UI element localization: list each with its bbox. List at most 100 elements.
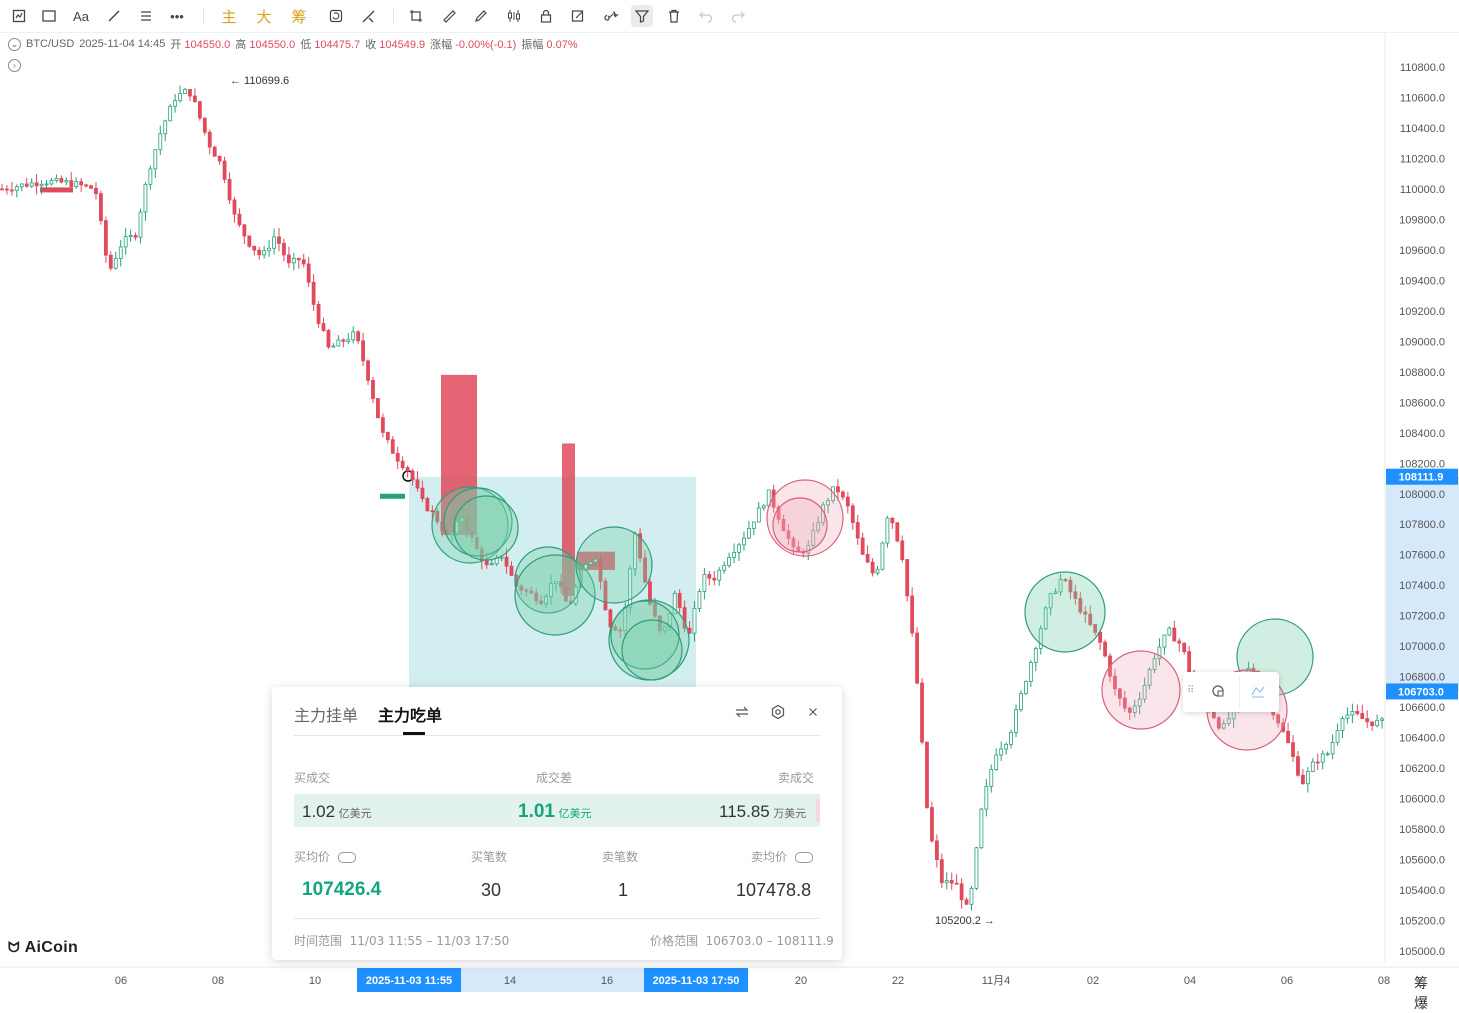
edit-note-icon[interactable]: [567, 5, 589, 27]
candles-icon[interactable]: [503, 5, 525, 27]
y-tick-label: 106800.0: [1399, 672, 1445, 684]
y-tick-label: 107400.0: [1399, 580, 1445, 592]
filter-icon[interactable]: [631, 5, 653, 27]
indicator-icon[interactable]: [8, 5, 30, 27]
aicoin-logo: ᗢ AiCoin: [8, 939, 79, 956]
candle-body: [761, 505, 766, 509]
candle-body: [1355, 711, 1360, 714]
candle-body: [1167, 627, 1172, 636]
undo-icon[interactable]: [695, 5, 717, 27]
candle-body: [860, 537, 865, 555]
candle-body: [747, 528, 751, 539]
y-tick-label: 110600.0: [1400, 92, 1445, 104]
candle-body: [19, 183, 24, 188]
main-force-button[interactable]: 主: [218, 5, 240, 27]
y-tick-label: 109800.0: [1399, 214, 1445, 226]
crop-icon[interactable]: [405, 5, 427, 27]
candle-body: [1335, 730, 1340, 743]
buy-volume-label: 买成交: [294, 771, 331, 785]
candle-body: [188, 89, 192, 97]
candle-body: [148, 168, 153, 185]
candle-body: [242, 224, 247, 237]
refresh-icon[interactable]: [325, 5, 347, 27]
candle-body: [692, 608, 697, 634]
candle-body: [99, 193, 103, 222]
candle-body: [380, 417, 385, 433]
y-tick-label: 107800.0: [1399, 519, 1445, 531]
hide-drawing-icon[interactable]: [1250, 683, 1268, 701]
candle-body: [163, 120, 168, 135]
candle-body: [420, 487, 425, 499]
buy-count-label: 买笔数: [471, 850, 508, 864]
chips-burst-buttons[interactable]: 筹 爆: [1414, 973, 1459, 1013]
candle-body: [143, 183, 148, 213]
candle-body: [395, 452, 400, 462]
candle-body: [850, 505, 855, 523]
candle-body: [1182, 642, 1187, 652]
candle-body: [1014, 709, 1018, 733]
volume-diff-label: 成交差: [536, 771, 573, 785]
candle-body: [1172, 627, 1177, 642]
top-toolbar: Aa ••• 主 大 筹: [0, 0, 1459, 33]
drag-handle-icon[interactable]: ⠿: [1187, 685, 1194, 696]
link-icon[interactable]: [600, 5, 622, 27]
candle-body: [286, 254, 291, 264]
toolbar-divider: [203, 8, 204, 24]
close-icon[interactable]: [804, 703, 822, 721]
candle-body: [1360, 713, 1365, 720]
settings-gear-icon[interactable]: [769, 703, 787, 721]
candle-body: [212, 146, 217, 157]
tab-main-fills[interactable]: 主力吃单: [378, 702, 442, 726]
buy-bubble: [621, 619, 683, 681]
candle-body: [1330, 741, 1335, 755]
candle-body: [870, 561, 875, 574]
candle-body: [1033, 648, 1038, 663]
lock-icon[interactable]: [535, 5, 557, 27]
y-tick-label: 105400.0: [1399, 885, 1445, 897]
settings-cycle-icon[interactable]: [1210, 683, 1228, 701]
volume-diff-value: 1.01 亿美元: [518, 801, 592, 822]
buy-bubble: [575, 526, 653, 604]
x-tick-label: 11月4: [982, 975, 1011, 987]
y-tick-label: 108400.0: [1399, 428, 1445, 440]
candle-body: [969, 887, 974, 905]
y-tick-label: 107000.0: [1399, 641, 1445, 653]
candle-body: [321, 323, 326, 331]
chips-button[interactable]: 筹: [288, 5, 310, 27]
drawing-float-toolbar: ⠿: [1183, 672, 1279, 712]
text-tool-icon[interactable]: Aa: [70, 5, 92, 27]
draw-tool-icon[interactable]: [358, 5, 380, 27]
more-icon[interactable]: •••: [166, 5, 188, 27]
line-tool-icon[interactable]: [103, 5, 125, 27]
candle-body: [737, 544, 741, 553]
y-tick-label: 110800.0: [1400, 62, 1445, 74]
large-order-button[interactable]: 大: [253, 5, 275, 27]
y-tick-label: 107200.0: [1399, 611, 1445, 623]
swap-icon[interactable]: [733, 703, 751, 721]
pen-icon[interactable]: [470, 5, 492, 27]
rectangle-icon[interactable]: [38, 5, 60, 27]
buy-volume-value: 1.02 亿美元: [302, 802, 372, 821]
candle-body: [1365, 718, 1370, 723]
candle-body: [336, 339, 341, 347]
candle-body: [1004, 743, 1009, 750]
tab-main-orders[interactable]: 主力挂单: [294, 702, 358, 726]
candle-body: [1009, 732, 1013, 745]
candle-body: [84, 184, 88, 187]
candle-body: [410, 470, 415, 481]
candle-body: [158, 133, 163, 151]
toggle-icon[interactable]: [337, 852, 356, 863]
toggle-icon[interactable]: [794, 852, 813, 863]
candle-body: [974, 847, 979, 889]
candle-body: [252, 245, 257, 251]
candle-body: [1375, 719, 1380, 727]
y-tick-label: 108000.0: [1399, 489, 1445, 501]
ruler-icon[interactable]: [438, 5, 460, 27]
candle-body: [123, 236, 128, 248]
candle-body: [1291, 742, 1295, 757]
x-tick-label: 04: [1184, 975, 1196, 987]
menu-lines-icon[interactable]: [135, 5, 157, 27]
y-tick-label: 105200.0: [1399, 916, 1445, 928]
trash-icon[interactable]: [663, 5, 685, 27]
redo-icon[interactable]: [727, 5, 749, 27]
